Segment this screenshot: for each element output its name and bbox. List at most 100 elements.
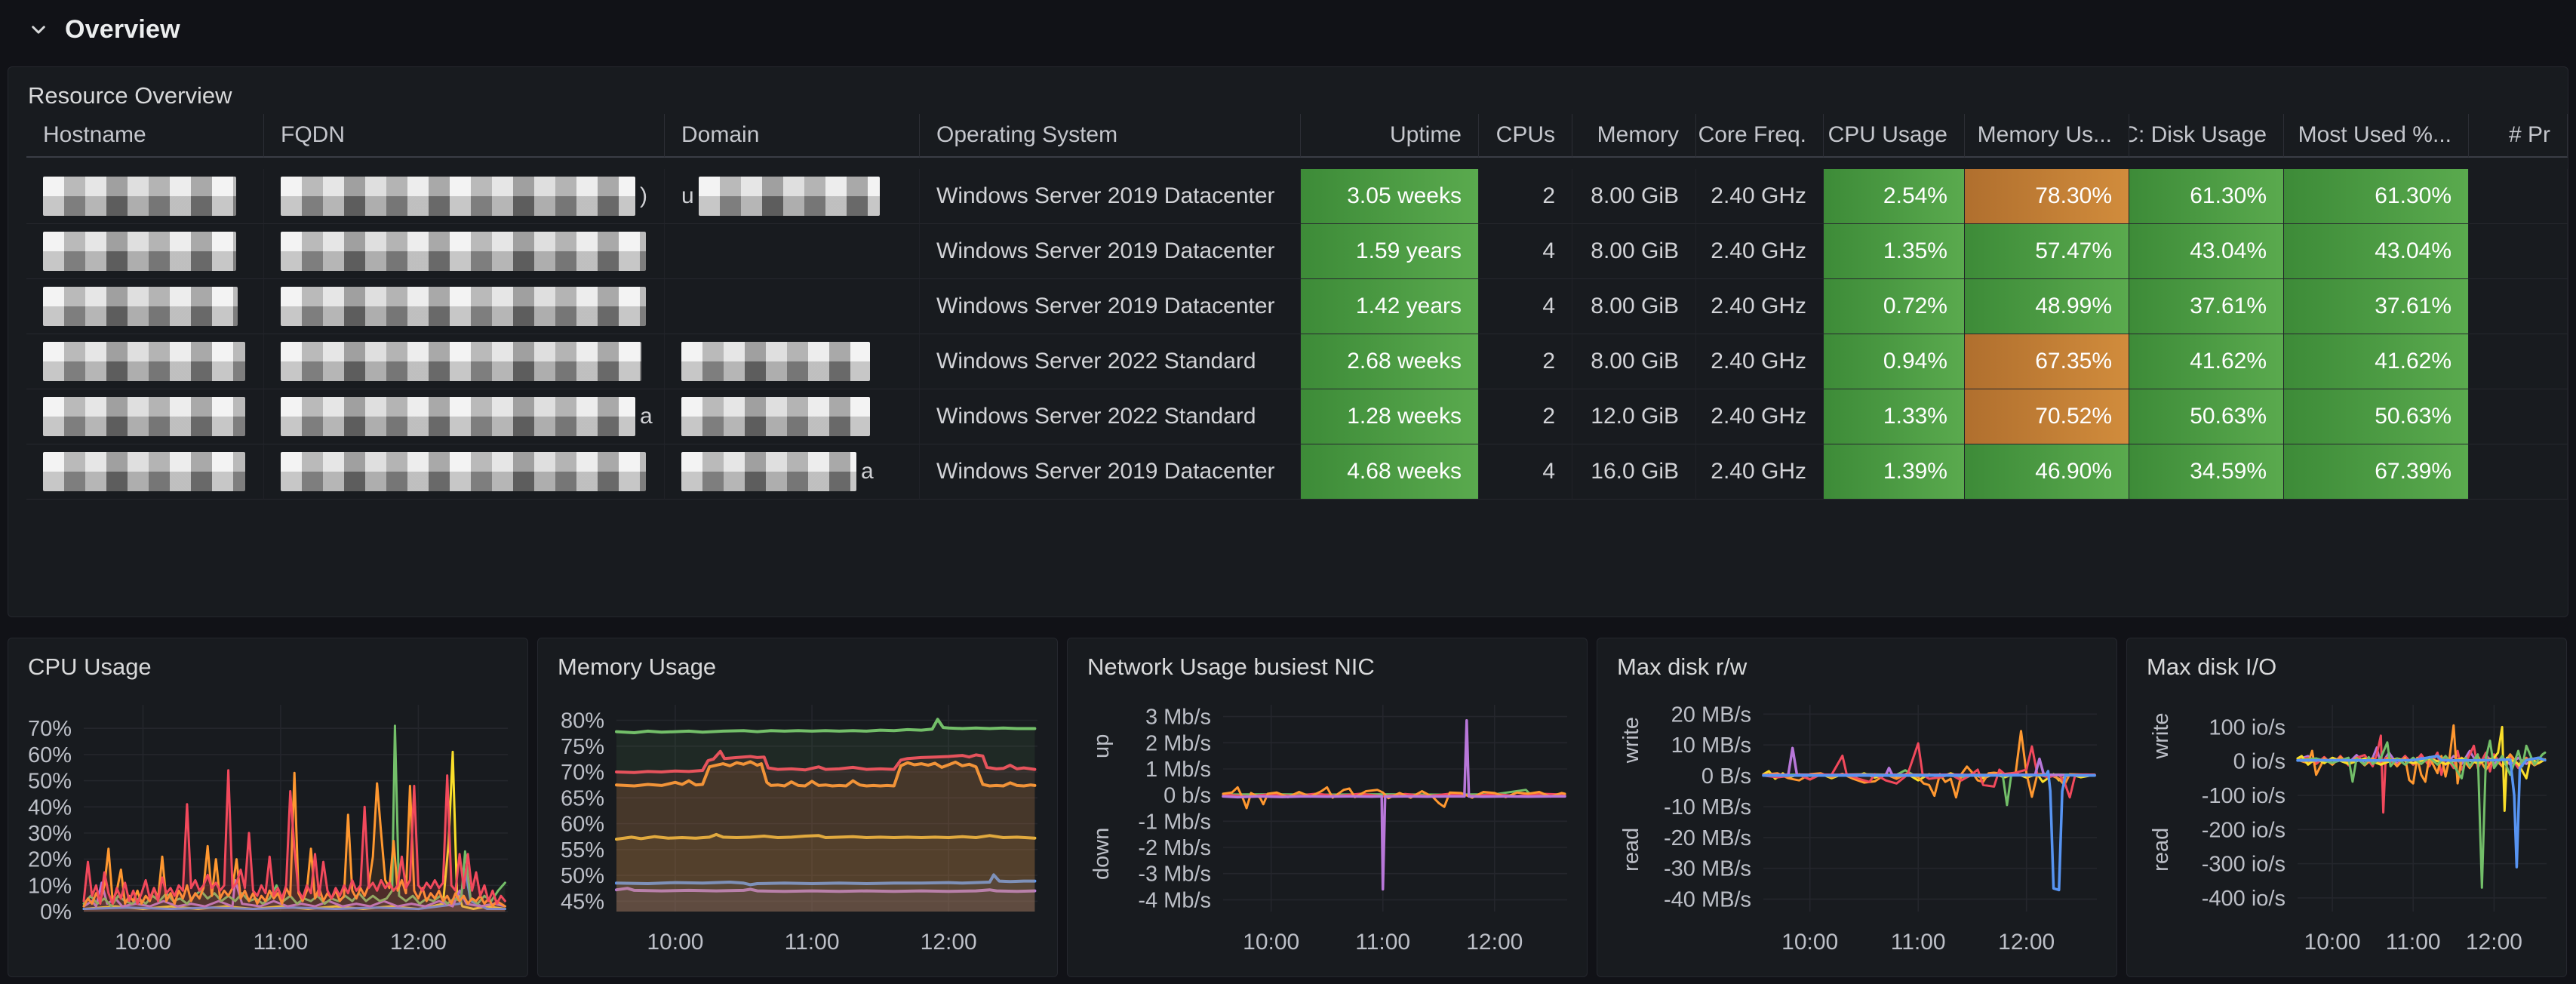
svg-text:20 MB/s: 20 MB/s (1671, 703, 1751, 727)
cell-cpu_usage: 2.54% (1824, 169, 1965, 224)
cell-os: Windows Server 2019 Datacenter (920, 169, 1301, 224)
panel-memory-usage: Memory Usage 45%50%55%60%65%70%75%80%10:… (537, 638, 1058, 977)
redacted-text (281, 452, 646, 491)
svg-text:-20 MB/s: -20 MB/s (1664, 826, 1751, 850)
redacted-text (281, 177, 635, 216)
cell-fqdn (264, 224, 665, 279)
max-disk-io-chart[interactable]: 100 io/s0 io/s-100 io/s-200 io/s-300 io/… (2133, 685, 2560, 969)
svg-text:12:00: 12:00 (1998, 930, 2055, 955)
column-header-c_disk_usage[interactable]: C: Disk Usage (2129, 114, 2284, 158)
svg-text:-400 io/s: -400 io/s (2202, 887, 2286, 911)
column-header-domain[interactable]: Domain (665, 114, 920, 158)
cell-fqdn: ) (264, 169, 665, 224)
panel-cpu-usage: CPU Usage 0%10%20%30%40%50%60%70%10:0011… (8, 638, 528, 977)
svg-text:70%: 70% (28, 717, 72, 741)
redacted-text (699, 177, 880, 216)
cell-os: Windows Server 2019 Datacenter (920, 279, 1301, 334)
cell-core_freq: 2.40 GHz (1696, 444, 1824, 500)
cell-most_used: 41.62% (2284, 334, 2469, 389)
panel-title[interactable]: Max disk I/O (2127, 638, 2566, 681)
cell-processes (2469, 169, 2568, 224)
cell-most_used: 67.39% (2284, 444, 2469, 500)
redacted-text (43, 287, 238, 326)
svg-text:10 MB/s: 10 MB/s (1671, 733, 1751, 758)
cell-core_freq: 2.40 GHz (1696, 169, 1824, 224)
column-header-core_freq[interactable]: Core Freq. (1696, 114, 1824, 158)
redacted-text (281, 342, 641, 381)
cell-uptime: 4.68 weeks (1301, 444, 1479, 500)
redacted-text-fragment: a (640, 404, 653, 429)
panel-title[interactable]: Resource Overview (8, 67, 2568, 109)
cell-most_used: 50.63% (2284, 389, 2469, 444)
svg-text:up: up (1090, 734, 1114, 758)
dashboard-row-overview: Overview (0, 0, 2576, 59)
redacted-text (681, 342, 870, 381)
svg-text:45%: 45% (561, 890, 604, 914)
svg-text:0 b/s: 0 b/s (1164, 784, 1211, 808)
redacted-text-fragment: ) (640, 183, 647, 209)
cpu-usage-chart[interactable]: 0%10%20%30%40%50%60%70%10:0011:0012:00 (14, 685, 521, 969)
cell-cpu_usage: 0.72% (1824, 279, 1965, 334)
column-header-cpus[interactable]: CPUs (1479, 114, 1572, 158)
column-header-os[interactable]: Operating System (920, 114, 1301, 158)
cell-memory_used: 70.52% (1965, 389, 2129, 444)
svg-text:60%: 60% (561, 813, 604, 837)
svg-text:11:00: 11:00 (2386, 930, 2441, 955)
svg-text:50%: 50% (561, 864, 604, 888)
cell-domain (665, 334, 920, 389)
cell-c_disk_usage: 37.61% (2129, 279, 2284, 334)
panel-max-disk-io: Max disk I/O 100 io/s0 io/s-100 io/s-200… (2126, 638, 2567, 977)
cell-hostname (26, 224, 264, 279)
svg-text:100 io/s: 100 io/s (2209, 715, 2286, 740)
column-header-memory[interactable]: Memory (1572, 114, 1696, 158)
cell-cpu_usage: 1.33% (1824, 389, 1965, 444)
cell-os: Windows Server 2019 Datacenter (920, 444, 1301, 500)
redacted-text (681, 452, 856, 491)
svg-text:-30 MB/s: -30 MB/s (1664, 857, 1751, 881)
column-header-uptime[interactable]: Uptime (1301, 114, 1479, 158)
svg-text:11:00: 11:00 (1891, 930, 1946, 955)
svg-text:11:00: 11:00 (785, 930, 840, 955)
cell-memory_used: 57.47% (1965, 224, 2129, 279)
cell-most_used: 37.61% (2284, 279, 2469, 334)
redacted-text (281, 397, 635, 436)
cell-fqdn (264, 334, 665, 389)
svg-text:write: write (2149, 712, 2173, 759)
svg-text:10:00: 10:00 (1243, 930, 1299, 955)
svg-text:10:00: 10:00 (1781, 930, 1838, 955)
redacted-text (43, 452, 245, 491)
panel-title[interactable]: Network Usage busiest NIC (1068, 638, 1587, 681)
cell-os: Windows Server 2019 Datacenter (920, 224, 1301, 279)
column-header-cpu_usage[interactable]: CPU Usage (1824, 114, 1965, 158)
svg-text:read: read (2149, 828, 2173, 872)
svg-text:11:00: 11:00 (253, 930, 308, 955)
column-header-memory_used[interactable]: Memory Us... (1965, 114, 2129, 158)
svg-text:3 Mb/s: 3 Mb/s (1145, 706, 1211, 730)
cell-domain (665, 279, 920, 334)
panel-title[interactable]: Max disk r/w (1597, 638, 2116, 681)
cell-hostname (26, 279, 264, 334)
redacted-text (281, 232, 646, 271)
svg-text:11:00: 11:00 (1355, 930, 1410, 955)
column-header-fqdn[interactable]: FQDN (264, 114, 665, 158)
cell-memory: 12.0 GiB (1572, 389, 1696, 444)
max-disk-rw-chart[interactable]: 20 MB/s10 MB/s0 B/s-10 MB/s-20 MB/s-30 M… (1603, 685, 2110, 969)
column-header-processes[interactable]: # Pr (2469, 114, 2568, 158)
cell-os: Windows Server 2022 Standard (920, 334, 1301, 389)
network-usage-chart[interactable]: 3 Mb/s2 Mb/s1 Mb/s0 b/s-1 Mb/s-2 Mb/s-3 … (1074, 685, 1581, 969)
svg-text:70%: 70% (561, 761, 604, 785)
chevron-down-icon[interactable] (27, 18, 50, 41)
panel-title[interactable]: CPU Usage (8, 638, 527, 681)
panel-resource-overview: Resource Overview HostnameFQDNDomainOper… (8, 66, 2568, 617)
cell-hostname (26, 169, 264, 224)
panel-title[interactable]: Memory Usage (538, 638, 1057, 681)
memory-usage-chart[interactable]: 45%50%55%60%65%70%75%80%10:0011:0012:00 (544, 685, 1051, 969)
svg-text:-100 io/s: -100 io/s (2202, 784, 2286, 808)
column-header-most_used[interactable]: Most Used %... (2284, 114, 2469, 158)
svg-text:50%: 50% (28, 770, 72, 794)
column-header-hostname[interactable]: Hostname (26, 114, 264, 158)
cell-memory: 8.00 GiB (1572, 169, 1696, 224)
cell-c_disk_usage: 50.63% (2129, 389, 2284, 444)
cell-memory_used: 46.90% (1965, 444, 2129, 500)
redacted-text (43, 177, 236, 216)
